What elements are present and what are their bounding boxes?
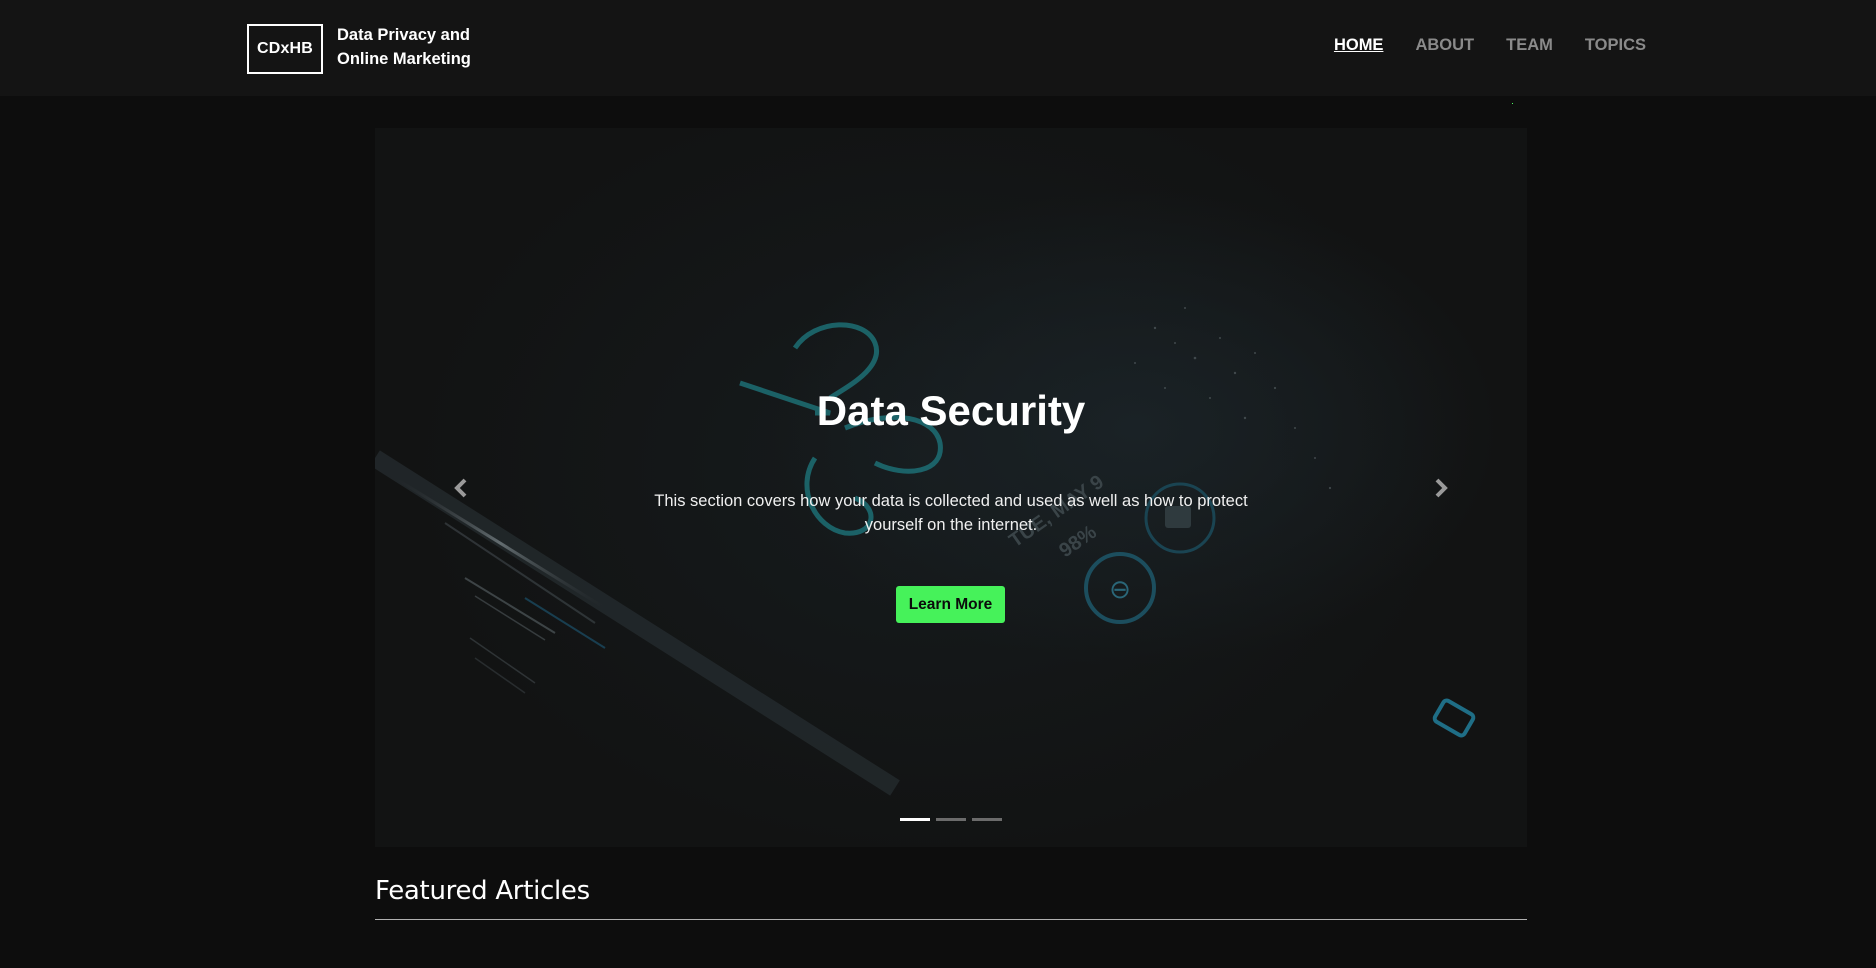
brand-logo[interactable]: CDxHB: [247, 24, 323, 74]
carousel-indicators: [900, 818, 1002, 821]
featured-articles-heading: Featured Articles: [375, 876, 590, 906]
hero-background-image: ⊖ TUE, MAY 9 98%: [375, 307, 1476, 796]
site-title[interactable]: Data Privacy and Online Marketing: [337, 23, 497, 71]
navbar: CDxHB Data Privacy and Online Marketing …: [0, 0, 1876, 96]
carousel-indicator-2[interactable]: [936, 818, 966, 821]
carousel-indicator-3[interactable]: [972, 818, 1002, 821]
divider: [375, 919, 1527, 920]
chevron-left-icon: [454, 478, 467, 498]
carousel-indicator-1[interactable]: [900, 818, 930, 821]
chevron-right-icon: [1435, 478, 1448, 498]
page: CDxHB Data Privacy and Online Marketing …: [0, 0, 1876, 968]
site-title-line2: Online Marketing: [337, 50, 471, 68]
nav-menu: HOME ABOUT TEAM TOPICS: [1334, 36, 1646, 55]
carousel-next-button[interactable]: [1429, 476, 1453, 500]
nav-item-home[interactable]: HOME: [1334, 36, 1384, 55]
site-title-line1: Data Privacy and: [337, 26, 470, 44]
nav-item-team[interactable]: TEAM: [1506, 36, 1553, 55]
decorative-dot: [1512, 103, 1513, 104]
brand-logo-text: CDxHB: [256, 40, 314, 57]
nav-item-topics[interactable]: TOPICS: [1585, 36, 1646, 55]
learn-more-button[interactable]: Learn More: [896, 586, 1005, 623]
svg-text:⊖: ⊖: [1109, 574, 1131, 604]
nav-item-about[interactable]: ABOUT: [1415, 36, 1474, 55]
hero-description: This section covers how your data is col…: [654, 492, 1248, 534]
carousel-prev-button[interactable]: [449, 476, 473, 500]
hero-title: Data Security: [816, 387, 1086, 434]
hero-carousel: ⊖ TUE, MAY 9 98% Data Security This sect…: [375, 128, 1527, 847]
